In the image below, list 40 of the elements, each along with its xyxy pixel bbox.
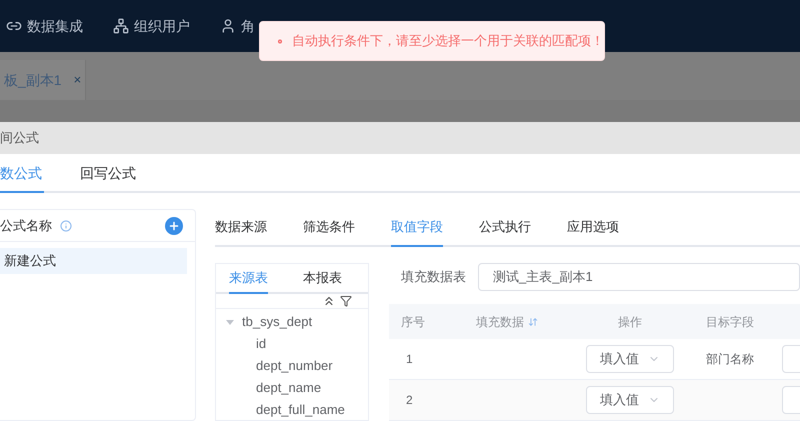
tree-item[interactable]: dept_number (256, 356, 333, 376)
info-icon (60, 220, 72, 232)
source-tab[interactable]: 来源表 (229, 264, 268, 294)
add-button[interactable] (165, 216, 183, 234)
expand-caret-icon[interactable] (226, 320, 234, 324)
tree-item[interactable]: dept_full_name (256, 400, 345, 420)
operation-select[interactable]: 填入值 (586, 386, 674, 414)
section-tab[interactable]: 筛选条件 (303, 209, 355, 247)
field-label: 填充数据表 (401, 268, 466, 286)
column-header: 目标字段 (706, 314, 754, 331)
user-icon (220, 18, 236, 34)
section-tab[interactable]: 取值字段 (391, 209, 443, 247)
list-header: 公式名称 (0, 216, 52, 235)
formula-item[interactable]: 新建公式 (0, 248, 187, 274)
tree-item[interactable]: tb_sys_dept (242, 312, 312, 332)
nav-item[interactable]: 组织用户 (134, 16, 190, 36)
table-cell-text: 1 (405, 351, 414, 368)
tree-item[interactable]: dept_name (256, 378, 322, 398)
table-cell-text: 部门名称 (705, 351, 755, 368)
operation-select[interactable]: 填入值 (586, 345, 674, 374)
toast-message: 自动执行条件下，请至少选择一个用于关联的匹配项！ (292, 32, 604, 50)
column-header: 填充数据 (476, 314, 524, 331)
section-tab[interactable]: 公式执行 (479, 209, 531, 247)
section-tab[interactable]: 应用选项 (567, 209, 619, 247)
dialog-tab[interactable]: 回写公式 (80, 155, 136, 193)
column-header: 序号 (400, 314, 426, 331)
nav-item[interactable]: 数据集成 (27, 16, 83, 36)
source-tab[interactable]: 本报表 (303, 264, 342, 294)
table-cell-text: 2 (405, 392, 414, 410)
fill-table-field[interactable]: 测试_主表_副本1 (478, 263, 800, 291)
dialog-title: 间公式 (0, 129, 39, 148)
sort-icon[interactable] (528, 316, 538, 327)
tree-item[interactable]: id (256, 334, 266, 354)
hierarchy-icon (113, 18, 129, 34)
filter-icon[interactable] (340, 295, 352, 307)
section-tab[interactable]: 数据来源 (215, 209, 267, 247)
nav-item[interactable]: 角 (241, 16, 255, 36)
plus-icon (168, 220, 180, 232)
column-header: 操作 (618, 314, 643, 331)
dialog-tab[interactable]: 数公式 (0, 155, 44, 193)
